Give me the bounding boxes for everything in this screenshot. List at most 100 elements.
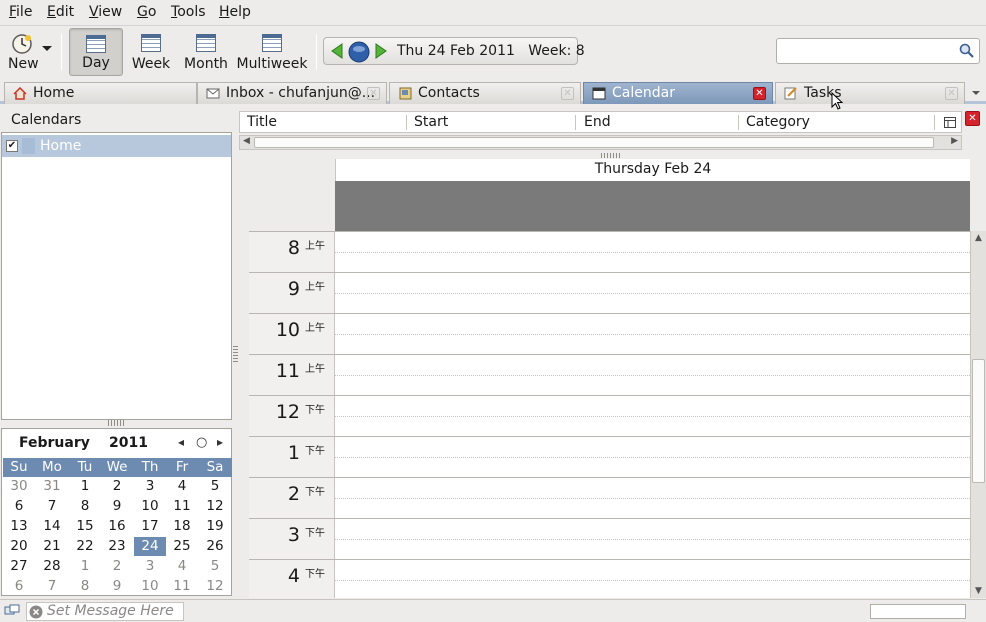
mini-month-day[interactable]: 11 [166, 577, 198, 596]
hour-row[interactable]: 2 下午 [249, 477, 970, 519]
column-picker-icon[interactable] [944, 117, 956, 128]
horizontal-scrollbar[interactable]: ◀ ▶ [239, 135, 962, 150]
mini-month-day[interactable]: 16 [101, 517, 133, 536]
offline-status-icon[interactable] [4, 604, 20, 618]
hour-row[interactable]: 9 上午 [249, 272, 970, 314]
mini-month-day[interactable]: 15 [69, 517, 101, 536]
search-icon[interactable] [959, 43, 975, 59]
vertical-scrollbar[interactable]: ▲ ▼ [970, 231, 986, 598]
mini-month-day[interactable]: 1 [69, 557, 101, 576]
mini-month-day[interactable]: 10 [134, 497, 166, 516]
tab-calendar[interactable]: Calendar ✕ [583, 82, 773, 104]
mini-month-day[interactable]: 6 [3, 577, 35, 596]
mini-month-day[interactable]: 21 [36, 537, 68, 556]
calendar-checkbox[interactable]: ✔ [6, 140, 18, 152]
mini-month-day[interactable]: 4 [166, 557, 198, 576]
scroll-down-icon[interactable]: ▼ [975, 586, 982, 596]
new-dropdown-icon[interactable] [42, 46, 52, 51]
new-button[interactable]: New [4, 28, 54, 76]
hour-row[interactable]: 1 下午 [249, 436, 970, 478]
mini-month-day[interactable]: 9 [101, 497, 133, 516]
today-month-icon[interactable]: ○ [196, 435, 207, 450]
next-arrow-icon[interactable] [374, 43, 388, 59]
mini-month-day[interactable]: 17 [134, 517, 166, 536]
menu-tools[interactable]: Tools [171, 4, 206, 20]
close-icon[interactable]: ✕ [367, 87, 380, 100]
hour-row[interactable]: 4 下午 [249, 559, 970, 598]
week-view-button[interactable]: Week [127, 28, 175, 76]
tab-tasks[interactable]: Tasks ✕ [775, 82, 965, 104]
tab-home[interactable]: Home [4, 82, 197, 104]
tab-contacts[interactable]: Contacts ✕ [389, 82, 581, 104]
next-month-icon[interactable]: ▸ [217, 435, 223, 449]
multiweek-view-button[interactable]: Multiweek [236, 28, 308, 76]
close-task-pane-icon[interactable]: ✕ [965, 111, 980, 126]
mini-month-day[interactable]: 28 [36, 557, 68, 576]
mini-month-day[interactable]: 7 [36, 577, 68, 596]
mini-month-day[interactable]: 19 [199, 517, 231, 536]
mini-month-day[interactable]: 5 [199, 557, 231, 576]
mini-month-day[interactable]: 24 [134, 537, 166, 556]
horizontal-splitter-handle[interactable] [601, 153, 621, 158]
status-message-field[interactable]: Set Message Here [26, 602, 184, 621]
mini-month-day[interactable]: 12 [199, 577, 231, 596]
hour-row[interactable]: 11 上午 [249, 354, 970, 396]
mini-month-day[interactable]: 30 [3, 477, 35, 496]
tab-list-dropdown-icon[interactable] [972, 91, 980, 95]
hour-row[interactable]: 3 下午 [249, 518, 970, 560]
mini-month-day[interactable]: 18 [166, 517, 198, 536]
column-title[interactable]: Title [247, 114, 277, 130]
mini-month-day[interactable]: 3 [134, 557, 166, 576]
mini-month-day[interactable]: 8 [69, 577, 101, 596]
mini-month-day[interactable]: 25 [166, 537, 198, 556]
search-input[interactable] [776, 38, 980, 64]
tab-inbox[interactable]: Inbox - chufanjun@... ✕ [197, 82, 387, 104]
close-icon[interactable]: ✕ [753, 87, 766, 100]
menu-go[interactable]: Go [137, 4, 156, 20]
mini-month-day[interactable]: 9 [101, 577, 133, 596]
day-view-button[interactable]: Day [69, 28, 123, 76]
day-time-grid[interactable]: 8 上午 9 上午 10 上午 11 上午 12 下午 1 下午 2 下午 3 下午 4 下午 [249, 231, 970, 598]
hour-row[interactable]: 10 上午 [249, 313, 970, 355]
menu-file[interactable]: File [9, 4, 32, 20]
mini-month-day[interactable]: 23 [101, 537, 133, 556]
mini-month-day[interactable]: 2 [101, 477, 133, 496]
hour-row[interactable]: 8 上午 [249, 231, 970, 273]
month-view-button[interactable]: Month [180, 28, 232, 76]
mini-month-day[interactable]: 6 [3, 497, 35, 516]
mini-month-day[interactable]: 31 [36, 477, 68, 496]
clear-message-icon[interactable] [29, 605, 43, 619]
mini-month-day[interactable]: 14 [36, 517, 68, 536]
mini-month-day[interactable]: 7 [36, 497, 68, 516]
mini-month-day[interactable]: 12 [199, 497, 231, 516]
pane-splitter-handle[interactable] [108, 420, 126, 426]
previous-arrow-icon[interactable] [330, 43, 344, 59]
today-circle-icon[interactable] [348, 41, 370, 63]
mini-month-day[interactable]: 3 [134, 477, 166, 496]
mini-month-day[interactable]: 22 [69, 537, 101, 556]
mini-month-day[interactable]: 1 [69, 477, 101, 496]
mini-month-day[interactable]: 20 [3, 537, 35, 556]
mini-month-day[interactable]: 10 [134, 577, 166, 596]
scroll-up-icon[interactable]: ▲ [975, 233, 982, 243]
previous-month-icon[interactable]: ◂ [178, 435, 184, 449]
hour-row[interactable]: 12 下午 [249, 395, 970, 437]
all-day-events-area[interactable] [335, 181, 970, 231]
mini-month-day[interactable]: 26 [199, 537, 231, 556]
mini-month-day[interactable]: 8 [69, 497, 101, 516]
column-category[interactable]: Category [746, 114, 810, 130]
column-start[interactable]: Start [414, 114, 448, 130]
scroll-right-icon[interactable]: ▶ [951, 136, 958, 146]
mini-month-day[interactable]: 5 [199, 477, 231, 496]
column-end[interactable]: End [584, 114, 611, 130]
mini-month-day[interactable]: 13 [3, 517, 35, 536]
menu-help[interactable]: Help [219, 4, 251, 20]
mini-month-day[interactable]: 11 [166, 497, 198, 516]
scrollbar-thumb[interactable] [972, 359, 985, 483]
menu-view[interactable]: View [89, 4, 122, 20]
scroll-left-icon[interactable]: ◀ [243, 136, 250, 146]
mini-month-day[interactable]: 2 [101, 557, 133, 576]
close-icon[interactable]: ✕ [945, 87, 958, 100]
scrollbar-thumb[interactable] [254, 137, 934, 148]
menu-edit[interactable]: Edit [47, 4, 74, 20]
